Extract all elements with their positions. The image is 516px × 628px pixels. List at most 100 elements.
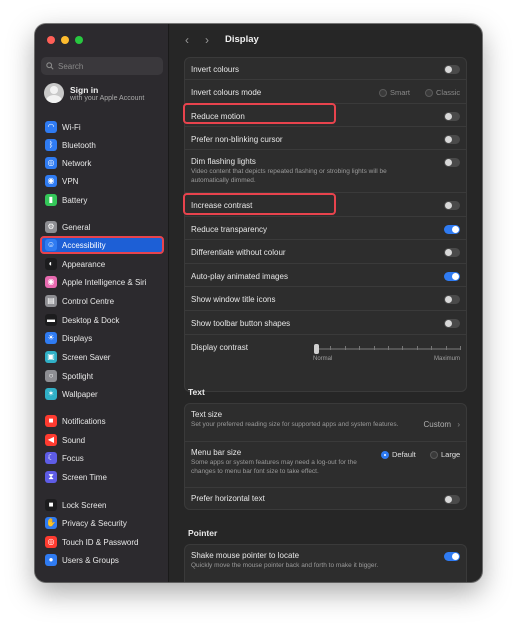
sidebar-item-screen-saver[interactable]: ▣ Screen Saver [41,349,163,365]
settings-window: Search Sign in with your Apple Account ◠… [35,24,482,582]
menu-bar-size-label: Menu bar size [191,448,242,457]
account-title: Sign in [70,84,99,95]
sidebar: Search Sign in with your Apple Account ◠… [35,24,169,582]
page-title: Display [225,34,259,45]
reduce-transparency-toggle[interactable] [444,225,460,234]
differentiate-toggle[interactable] [444,248,460,257]
invert-mode-label: Invert colours mode [191,88,262,97]
contrast-max-label: Maximum [434,356,461,362]
sidebar-item-spotlight[interactable]: ○ Spotlight [41,368,163,384]
sidebar-item-screen-time[interactable]: ⧗ Screen Time [41,469,163,485]
autoplay-toggle[interactable] [444,272,460,281]
horizontal-text-label: Prefer horizontal text [191,494,265,503]
zoom-button[interactable] [75,36,83,44]
slider-handle[interactable] [314,344,319,354]
sidebar-item-desktop-dock[interactable]: ▬ Desktop & Dock [41,312,163,328]
sidebar-item-label: Appearance [62,259,106,269]
sidebar-item-focus[interactable]: ☾ Focus [41,450,163,466]
chevron-right-icon: › [457,420,460,429]
invert-mode-classic-radio[interactable]: Classic [425,88,460,97]
display-contrast-slider[interactable] [316,346,461,350]
shake-pointer-toggle[interactable] [444,552,460,561]
search-input[interactable]: Search [41,57,163,75]
increase-contrast-toggle[interactable] [444,201,460,210]
differentiate-label: Differentiate without colour [191,248,286,257]
sidebar-item-label: Focus [62,453,84,463]
shake-pointer-desc: Quickly move the mouse pointer back and … [191,562,379,569]
forward-icon[interactable]: › [205,33,209,47]
account-signin[interactable]: Sign in with your Apple Account [44,83,144,103]
display-icon: ☀ [45,332,57,344]
window-icons-toggle[interactable] [444,295,460,304]
sidebar-item-network[interactable]: ◎ Network [41,155,163,171]
text-settings-group: Text size Set your preferred reading siz… [184,403,467,510]
gear-icon: ⚙ [45,221,57,233]
dim-flashing-toggle[interactable] [444,158,460,167]
dim-flashing-label: Dim flashing lights [191,157,256,166]
text-size-value: Custom [423,420,452,429]
sidebar-item-apple-intelligence-siri[interactable]: ◉ Apple Intelligence & Siri [41,274,163,290]
row-toolbar-shapes: Show toolbar button shapes [185,311,466,335]
row-menu-bar-size: Menu bar size Some apps or system featur… [185,442,466,488]
sidebar-item-label: Displays [62,333,93,343]
invert-colours-toggle[interactable] [444,65,460,74]
highlight-increase-contrast [183,193,336,215]
row-shake-pointer: Shake mouse pointer to locate Quickly mo… [185,545,466,582]
sidebar-item-lock-screen[interactable]: ■ Lock Screen [41,497,163,513]
sidebar-item-displays[interactable]: ☀ Displays [41,330,163,346]
pointer-section-heading: Pointer [188,528,218,538]
minimize-button[interactable] [61,36,69,44]
sidebar-item-wi-fi[interactable]: ◠ Wi-Fi [41,119,163,135]
sidebar-item-bluetooth[interactable]: ᛒ Bluetooth [41,137,163,153]
spotlight-icon: ○ [45,370,57,382]
sidebar-item-sound[interactable]: ◀ Sound [41,432,163,448]
highlight-accessibility [40,236,164,254]
slider-tick [431,346,433,350]
globe-icon: ◎ [45,157,57,169]
sidebar-item-touch-id-password[interactable]: ◎ Touch ID & Password [41,534,163,550]
sidebar-item-label: Desktop & Dock [62,315,120,325]
battery-icon: ▮ [45,194,57,206]
back-icon[interactable]: ‹ [185,33,189,47]
row-horizontal-text: Prefer horizontal text [185,488,466,510]
search-icon [46,62,54,70]
row-autoplay: Auto-play animated images [185,264,466,287]
sidebar-item-label: Bluetooth [62,140,96,150]
close-button[interactable] [47,36,55,44]
shake-pointer-label: Shake mouse pointer to locate [191,551,300,560]
text-size-value-wrap[interactable]: Custom › [424,420,460,429]
sidebar-item-users-groups[interactable]: ● Users & Groups [41,552,163,568]
reduce-motion-toggle[interactable] [444,112,460,121]
sidebar-item-vpn[interactable]: ◉ VPN [41,173,163,189]
row-invert-mode: Invert colours mode Smart Classic [185,80,466,104]
window-controls [47,36,83,44]
sidebar-item-notifications[interactable]: ■ Notifications [41,413,163,429]
sidebar-item-control-centre[interactable]: ▤ Control Centre [41,293,163,309]
slider-tick [445,346,447,350]
toolbar-shapes-toggle[interactable] [444,319,460,328]
moon-icon: ☾ [45,452,57,464]
row-reduce-transparency: Reduce transparency [185,217,466,240]
sidebar-item-appearance[interactable]: ◐ Appearance [41,256,163,272]
slider-tick [402,346,404,350]
non-blinking-toggle[interactable] [444,135,460,144]
menu-bar-size-desc: Some apps or system features may need a … [191,459,357,475]
sidebar-item-privacy-security[interactable]: ✋ Privacy & Security [41,515,163,531]
toolbar-shapes-label: Show toolbar button shapes [191,319,291,328]
row-text-size[interactable]: Text size Set your preferred reading siz… [185,404,466,442]
sidebar-item-general[interactable]: ⚙ General [41,219,163,235]
horizontal-text-toggle[interactable] [444,495,460,504]
sidebar-item-label: Screen Time [62,472,107,482]
sidebar-item-battery[interactable]: ▮ Battery [41,192,163,208]
sidebar-item-wallpaper[interactable]: ✶ Wallpaper [41,386,163,402]
menu-bar-large-radio[interactable]: Large [430,450,460,459]
sidebar-item-label: Users & Groups [62,555,119,565]
row-dim-flashing: Dim flashing lights Video content that d… [185,150,466,193]
sidebar-item-label: Screen Saver [62,352,111,362]
menu-bar-default-radio[interactable]: Default [381,450,416,459]
dim-flashing-desc: Video content that depicts repeated flas… [191,168,387,184]
sidebar-item-label: Lock Screen [62,500,107,510]
sidebar-item-label: Sound [62,435,86,445]
invert-mode-smart-radio[interactable]: Smart [379,88,410,97]
lock-icon: ■ [45,499,57,511]
